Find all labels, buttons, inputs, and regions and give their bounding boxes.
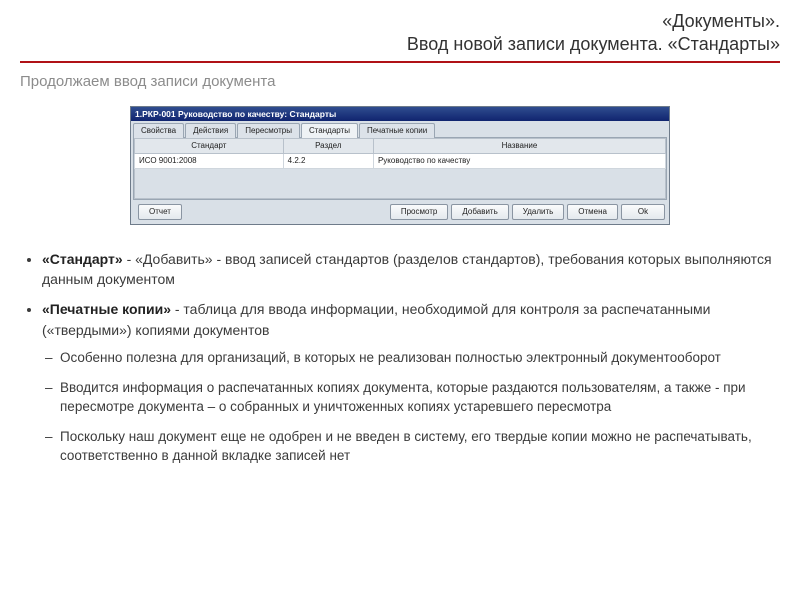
tab-properties[interactable]: Свойства (133, 123, 184, 138)
report-button[interactable]: Отчет (138, 204, 182, 220)
heading-line-1: «Документы». (20, 10, 780, 33)
col-section: Раздел (283, 138, 373, 153)
bullet-printed-strong: «Печатные копии» (42, 301, 171, 317)
ok-button[interactable]: Ok (621, 204, 665, 220)
tab-panel: Стандарт Раздел Название ИСО 9001:2008 4… (133, 137, 667, 200)
sub-bullet-3: Поскольку наш документ еще не одобрен и … (60, 427, 780, 466)
body-content: «Стандарт» - «Добавить» - ввод записей с… (20, 249, 780, 466)
tab-standards[interactable]: Стандарты (301, 123, 358, 138)
col-name: Название (373, 138, 665, 153)
tab-revisions[interactable]: Пересмотры (237, 123, 300, 138)
page-heading: «Документы». Ввод новой записи документа… (20, 10, 780, 57)
window-titlebar: 1.РКР-001 Руководство по качеству: Станд… (131, 107, 669, 121)
cell-standard: ИСО 9001:2008 (135, 153, 284, 168)
cell-name: Руководство по качеству (373, 153, 665, 168)
window-title: 1.РКР-001 Руководство по качеству: Станд… (135, 108, 336, 120)
tab-strip: Свойства Действия Пересмотры Стандарты П… (131, 121, 669, 137)
bullet-printed: «Печатные копии» - таблица для ввода инф… (42, 299, 780, 465)
bullet-standard-strong: «Стандарт» (42, 251, 123, 267)
add-button[interactable]: Добавить (451, 204, 508, 220)
table-row[interactable]: ИСО 9001:2008 4.2.2 Руководство по качес… (135, 153, 666, 168)
app-window: 1.РКР-001 Руководство по качеству: Станд… (130, 106, 670, 225)
standards-table: Стандарт Раздел Название ИСО 9001:2008 4… (134, 138, 666, 199)
bullet-standard: «Стандарт» - «Добавить» - ввод записей с… (42, 249, 780, 290)
page-subheading: Продолжаем ввод записи документа (20, 73, 780, 90)
sub-bullet-2: Вводится информация о распечатанных копи… (60, 378, 780, 417)
bullet-standard-text: - «Добавить» - ввод записей стандартов (… (42, 251, 772, 287)
tab-actions[interactable]: Действия (185, 123, 236, 138)
tab-printed-copies[interactable]: Печатные копии (359, 123, 435, 138)
sub-bullet-1: Особенно полезна для организаций, в кото… (60, 348, 780, 368)
remove-button[interactable]: Удалить (512, 204, 565, 220)
cancel-button[interactable]: Отмена (567, 204, 618, 220)
table-empty-space (135, 168, 666, 198)
heading-rule (20, 61, 780, 63)
col-standard: Стандарт (135, 138, 284, 153)
view-button[interactable]: Просмотр (390, 204, 449, 220)
heading-line-2: Ввод новой записи документа. «Стандарты» (20, 33, 780, 56)
button-bar: Отчет Просмотр Добавить Удалить Отмена O… (131, 200, 669, 224)
cell-section: 4.2.2 (283, 153, 373, 168)
